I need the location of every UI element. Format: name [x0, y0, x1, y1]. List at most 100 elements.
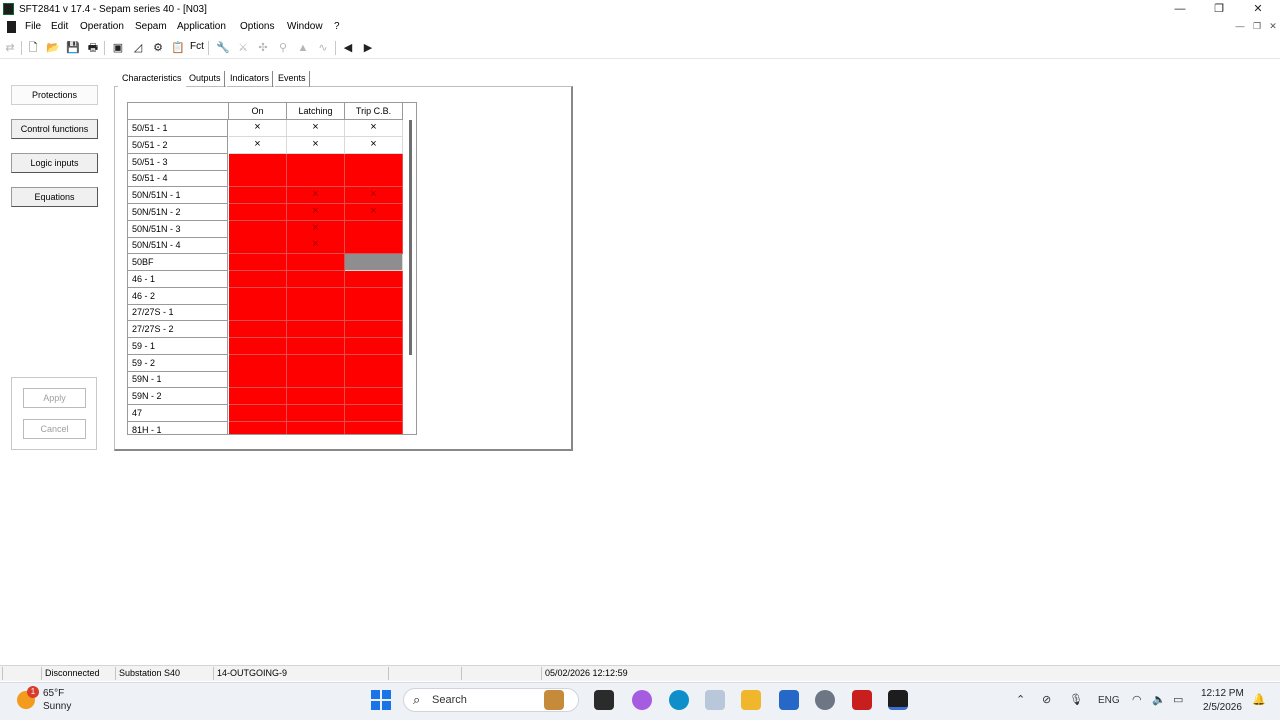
menu-sepam[interactable]: Sepam — [135, 21, 167, 32]
column-header-trip-cb[interactable]: Trip C.B. — [345, 103, 403, 120]
grid-row-label[interactable]: 46 - 2 — [128, 287, 228, 305]
maximize-button[interactable]: ❐ — [1199, 2, 1239, 17]
menu-edit[interactable]: Edit — [51, 21, 68, 32]
grid-cell[interactable] — [287, 254, 345, 271]
chevron-up-icon[interactable]: ⌃ — [1016, 693, 1025, 706]
grid-cell[interactable]: × — [287, 220, 345, 238]
grid-cell[interactable] — [287, 270, 345, 288]
menu-operation[interactable]: Operation — [80, 21, 124, 32]
grid-cell[interactable] — [287, 404, 345, 422]
microphone-icon[interactable]: 🎙 — [1069, 693, 1083, 706]
grid-cell[interactable] — [229, 337, 287, 355]
grid-cell[interactable] — [287, 388, 345, 405]
grid-cell[interactable] — [287, 153, 345, 171]
clock-date[interactable]: 2/5/2026 — [1203, 702, 1242, 713]
waveform-icon[interactable]: ∿ — [315, 40, 331, 56]
probe-icon[interactable]: ⚲ — [275, 40, 291, 56]
cloud-off-icon[interactable]: ⊘ — [1042, 693, 1051, 706]
mdi-restore-button[interactable]: ❐ — [1249, 21, 1265, 35]
grid-cell[interactable] — [345, 220, 403, 238]
grid-row-label[interactable]: 50N/51N - 2 — [128, 203, 228, 221]
notification-icon[interactable]: 🔔 — [1252, 693, 1266, 706]
grid-cell[interactable] — [229, 287, 287, 305]
grid-cell[interactable] — [345, 304, 403, 322]
search-highlight-icon[interactable] — [544, 690, 564, 710]
grid-cell[interactable] — [345, 170, 403, 188]
weather-condition[interactable]: Sunny — [43, 701, 71, 712]
grid-cell[interactable] — [345, 404, 403, 422]
grid-cell[interactable] — [287, 170, 345, 188]
grid-cell[interactable]: × — [345, 120, 403, 137]
grid-row-label[interactable]: 50/51 - 4 — [128, 170, 228, 188]
grid-row-label[interactable]: 50N/51N - 4 — [128, 237, 228, 255]
grid-cell[interactable] — [229, 388, 287, 405]
grid-cell[interactable]: × — [287, 203, 345, 221]
tab-events[interactable]: Events — [274, 71, 310, 87]
grid-cell[interactable] — [229, 203, 287, 221]
grid-cell[interactable]: × — [287, 120, 345, 137]
grid-cell[interactable] — [287, 304, 345, 322]
grid-cell[interactable] — [345, 337, 403, 355]
apply-button[interactable]: Apply — [23, 388, 86, 408]
grid-cell[interactable] — [229, 421, 287, 434]
menu-window[interactable]: Window — [287, 21, 323, 32]
grid-row-label[interactable]: 59N - 1 — [128, 371, 228, 389]
wrench-icon[interactable]: 🔧 — [215, 40, 231, 56]
grid-cell[interactable]: × — [345, 136, 403, 154]
grid-cell[interactable] — [287, 371, 345, 389]
grid-row-label[interactable]: 50/51 - 3 — [128, 153, 228, 171]
grid-cell[interactable]: × — [287, 136, 345, 154]
grid-cell[interactable] — [229, 170, 287, 188]
print-icon[interactable]: 🖶 — [85, 40, 101, 56]
grid-cell[interactable]: × — [229, 120, 287, 137]
logic-inputs-button[interactable]: Logic inputs — [11, 153, 98, 173]
grid-cell[interactable] — [345, 371, 403, 389]
tab-characteristics[interactable]: Characteristics — [118, 71, 186, 87]
notes-icon[interactable] — [705, 690, 725, 710]
file-explorer-icon[interactable] — [741, 690, 761, 710]
grid-cell[interactable] — [345, 237, 403, 255]
grid-row-label[interactable]: 59N - 2 — [128, 388, 228, 405]
bell-icon[interactable]: ▲ — [295, 40, 311, 56]
grid-cell[interactable]: × — [345, 203, 403, 221]
grid-row-label[interactable]: 27/27S - 2 — [128, 321, 228, 338]
copilot-icon[interactable] — [632, 690, 652, 710]
connect-icon[interactable]: ⇄ — [2, 40, 18, 56]
grid-cell[interactable] — [345, 388, 403, 405]
grid-cell[interactable] — [229, 404, 287, 422]
grid-cell[interactable] — [287, 354, 345, 372]
grid-cell[interactable] — [345, 287, 403, 305]
grid-row-label[interactable]: 50/51 - 1 — [128, 120, 228, 137]
minimize-button[interactable]: — — [1160, 2, 1200, 17]
settings-gear-icon[interactable] — [815, 690, 835, 710]
grid-cell[interactable] — [287, 421, 345, 434]
close-button[interactable]: ✕ — [1238, 2, 1278, 17]
grid-scrollbar[interactable] — [409, 120, 412, 355]
volume-icon[interactable]: 🔈 — [1152, 693, 1166, 706]
arrow-left-icon[interactable]: ◀ — [340, 40, 356, 56]
grid-cell[interactable] — [229, 220, 287, 238]
document-icon[interactable] — [7, 21, 16, 33]
diagram-icon[interactable]: ◿ — [130, 40, 146, 56]
grid-row-label[interactable]: 50/51 - 2 — [128, 136, 228, 154]
grid-cell[interactable]: × — [287, 187, 345, 204]
menu-help[interactable]: ? — [334, 21, 340, 32]
protections-button[interactable]: Protections — [11, 85, 98, 105]
grid-row-label[interactable]: 50N/51N - 1 — [128, 187, 228, 204]
grid-row-label[interactable]: 46 - 1 — [128, 270, 228, 288]
wifi-icon[interactable]: ◠ — [1132, 693, 1142, 706]
app-icon[interactable] — [3, 3, 14, 15]
column-header-latching[interactable]: Latching — [287, 103, 345, 120]
grid-cell[interactable] — [345, 254, 403, 271]
equations-button[interactable]: Equations — [11, 187, 98, 207]
tool-icon[interactable]: ✣ — [255, 40, 271, 56]
menu-file[interactable]: File — [25, 21, 41, 32]
sepam-icon[interactable]: ▣ — [110, 40, 126, 56]
grid-cell[interactable] — [345, 354, 403, 372]
store-icon[interactable] — [779, 690, 799, 710]
grid-cell[interactable] — [229, 270, 287, 288]
acrobat-icon[interactable] — [852, 690, 872, 710]
arrow-right-icon[interactable]: ▶ — [360, 40, 376, 56]
grid-row-label[interactable]: 59 - 2 — [128, 354, 228, 372]
clipboard-icon[interactable]: 📋 — [170, 40, 186, 56]
